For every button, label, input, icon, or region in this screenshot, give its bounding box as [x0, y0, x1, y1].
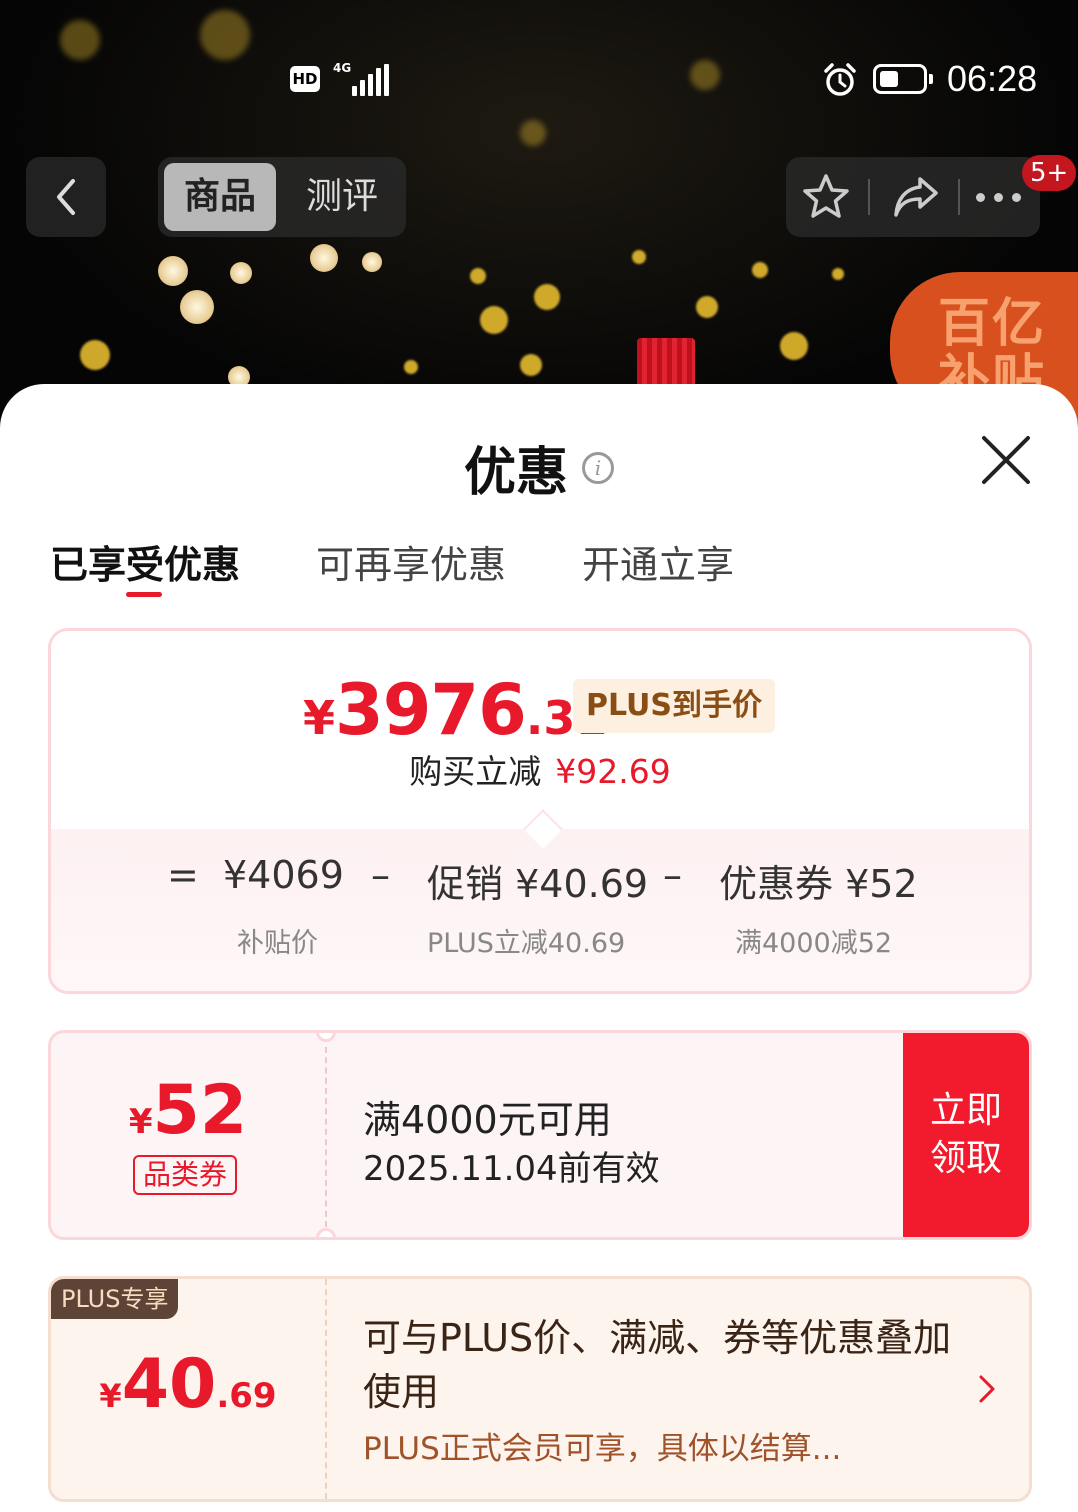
star-outline-icon [803, 174, 849, 218]
promo-amount: 促销 ¥40.69 [427, 862, 649, 906]
claim-coupon-button[interactable]: 立即 领取 [903, 1033, 1029, 1237]
plus-perforation [325, 1279, 327, 1499]
coupon-amount: 优惠券 ¥52 [719, 862, 918, 906]
base-price-label: 补贴价 [237, 928, 318, 959]
price-breakdown-card: ¥3976.31 PLUS到手价 购买立减 ¥92.69 = ¥4069 补贴价 … [48, 628, 1032, 994]
action-group [786, 157, 1040, 237]
chevron-left-icon [57, 179, 75, 215]
equals-sign: = [167, 853, 199, 897]
bottle-cap-image [637, 338, 695, 388]
back-button[interactable] [26, 157, 106, 237]
plus-exclusive-label: PLUS专享 [51, 1279, 179, 1319]
tab-product[interactable]: 商品 [164, 163, 276, 231]
status-time: 06:28 [947, 58, 1038, 99]
minus-sign: – [371, 853, 390, 897]
top-nav-bar: 商品 测评 [0, 155, 1078, 237]
coupon-detail: 满4000减52 [735, 928, 893, 959]
share-button[interactable] [886, 167, 946, 227]
status-bar: HD 4G 06:28 [0, 50, 1078, 110]
final-price: ¥3976.31 [303, 669, 608, 751]
chevron-right-icon[interactable] [977, 1371, 997, 1407]
more-dots-icon [975, 192, 1021, 202]
network-type-label: 4G [333, 61, 352, 75]
close-icon[interactable] [976, 430, 1036, 490]
plus-exclusive-card[interactable]: PLUS专享 ¥40.69 可与PLUS价、满减、券等优惠叠加使用 PLUS正式… [48, 1276, 1032, 1502]
coupon-value-section: ¥52 品类券 [51, 1033, 325, 1237]
action-divider [958, 179, 960, 215]
minus-sign: – [663, 853, 682, 897]
category-coupon-card: ¥52 品类券 满4000元可用 2025.11.04前有效 立即 领取 [48, 1030, 1032, 1240]
tab-enjoyed-discounts[interactable]: 已享受优惠 [50, 534, 240, 589]
hd-indicator: HD [290, 66, 320, 92]
action-divider [868, 179, 870, 215]
base-price: ¥4069 [223, 853, 344, 897]
coupon-cutout [316, 1228, 336, 1237]
instant-discount-line: 购买立减 ¥92.69 [409, 752, 671, 791]
alarm-clock-icon [824, 63, 856, 96]
sheet-title: 优惠 [463, 443, 568, 503]
info-icon[interactable]: i [582, 451, 614, 484]
plus-price-tag: PLUS到手价 [573, 679, 776, 733]
coupon-validity: 2025.11.04前有效 [363, 1149, 660, 1189]
coupon-perforation [325, 1047, 327, 1227]
tab-more-discounts[interactable]: 可再享优惠 [316, 534, 506, 589]
product-review-switch: 商品 测评 [158, 157, 406, 237]
sheet-header: 优惠 i [0, 430, 1078, 505]
plus-discount-value: ¥40.69 [99, 1345, 277, 1424]
plus-note: PLUS正式会员可享，具体以结算... [363, 1431, 842, 1467]
promo-detail: PLUS立减40.69 [427, 928, 626, 959]
discount-bottom-sheet: 优惠 i 已享受优惠 可再享优惠 开通立享 ¥3976.31 PLUS到手价 购买… [0, 384, 1078, 1512]
plus-description: 可与PLUS价、满减、券等优惠叠加使用 [363, 1316, 952, 1414]
active-tab-indicator [126, 592, 162, 597]
coupon-value: ¥52 [128, 1071, 248, 1150]
coupon-type-tag: 品类券 [133, 1155, 238, 1195]
tab-activate-now[interactable]: 开通立享 [582, 534, 734, 589]
share-arrow-icon [894, 177, 938, 217]
favorite-button[interactable] [796, 167, 856, 227]
message-count-badge: 5+ [1022, 155, 1077, 191]
tab-review[interactable]: 测评 [286, 163, 398, 231]
more-button[interactable] [968, 167, 1028, 227]
battery-icon [873, 64, 933, 94]
coupon-condition: 满4000元可用 [363, 1098, 612, 1142]
